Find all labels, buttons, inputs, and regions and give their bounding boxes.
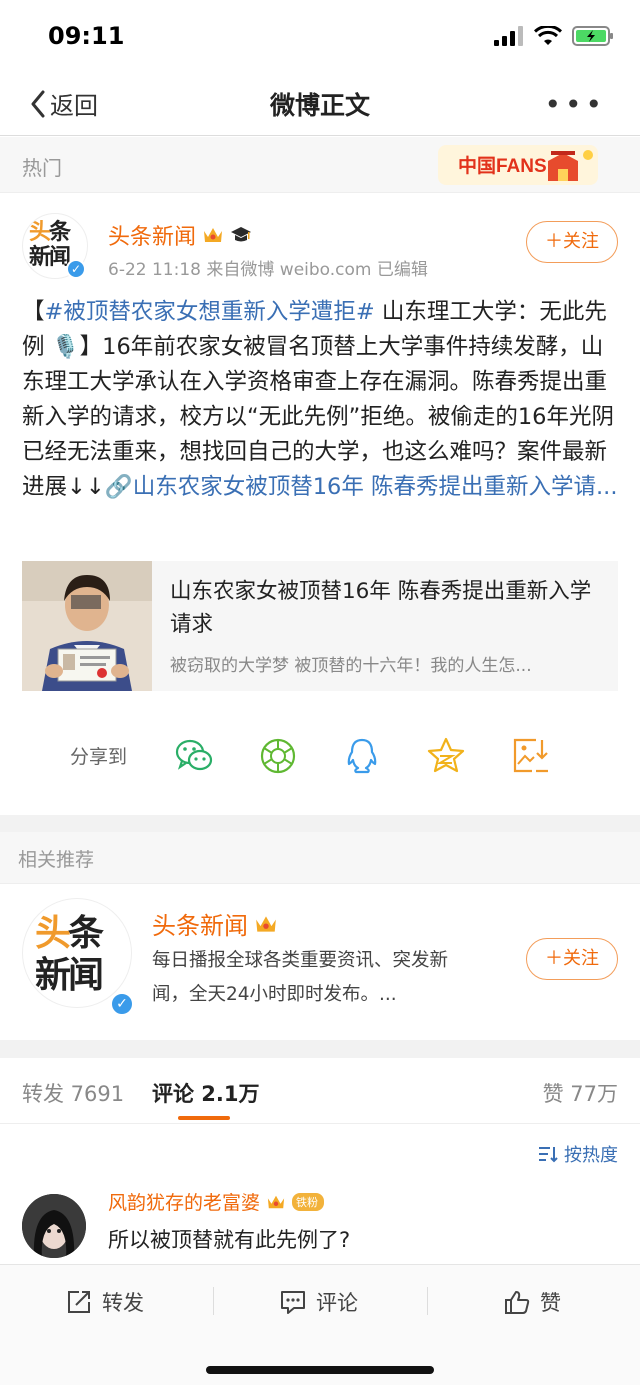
more-options-icon[interactable]: ••• (544, 88, 606, 121)
graduate-cap-icon (231, 227, 252, 242)
share-label: 分享到 (70, 746, 128, 768)
qzone-icon[interactable] (426, 736, 466, 776)
like-label: 赞 (540, 1291, 561, 1315)
comment-label: 评论 (316, 1291, 358, 1315)
related-account-name[interactable]: 头条新闻 (152, 906, 278, 941)
thumbs-up-icon (505, 1291, 530, 1314)
article-link[interactable]: 🔗山东农家女被顶替16年 陈春秀提出重新入学请... (105, 474, 618, 500)
related-follow-button[interactable]: ＋关注 (526, 938, 618, 980)
wechat-icon[interactable] (174, 736, 214, 776)
status-icons (494, 26, 614, 46)
comment-text: 所以被顶替就有此先例了? (108, 1228, 351, 1252)
fan-badge: 铁粉 (292, 1192, 325, 1211)
comment-icon (281, 1291, 305, 1314)
author-name-text: 头条新闻 (108, 225, 197, 250)
comment-item: 风韵犹存的老富婆 铁粉 所以被顶替就有此先例了? (0, 1182, 640, 1264)
moments-icon[interactable] (258, 736, 298, 776)
verified-icon: ✓ (66, 259, 86, 279)
qq-icon[interactable] (342, 736, 382, 776)
repost-button[interactable]: 转发 (66, 1287, 144, 1317)
signal-icon (494, 26, 523, 46)
battery-icon (572, 26, 613, 46)
follow-button[interactable]: ＋关注 (526, 221, 618, 263)
related-avatar[interactable]: 头条 新闻 (22, 898, 132, 1008)
section-divider (0, 815, 640, 832)
tab-repost[interactable]: 转发 7691 (22, 1078, 124, 1108)
article-description: 被窃取的大学梦 被顶替的十六年！我的人生怎... (170, 656, 532, 676)
tab-likes[interactable]: 赞 77万 (543, 1078, 618, 1108)
china-fans-text: 中国FANS (458, 154, 547, 177)
author-name[interactable]: 头条新闻 (108, 219, 252, 251)
section-divider (0, 1040, 640, 1058)
share-row: 分享到 (0, 720, 640, 792)
related-account-description: 每日播报全球各类重要资讯、突发新闻，全天24小时即时发布。... (152, 950, 449, 1005)
save-image-icon[interactable] (510, 736, 550, 776)
related-account-card[interactable]: 头条 新闻 ✓ 头条新闻 每日播报全球各类重要资讯、突发新闻，全天24小时即时发… (0, 884, 640, 1040)
post-header: 头条 新闻 ✓ 头条新闻 6-22 11:18 来自微博 weibo.com 已… (0, 193, 640, 293)
crown-icon (204, 228, 223, 242)
comment-button[interactable]: 评论 (280, 1287, 358, 1317)
crown-icon (256, 915, 276, 932)
hot-label: 热门 (22, 156, 62, 180)
china-fans-badge[interactable]: 中国FANS (438, 141, 598, 189)
active-tab-indicator (178, 1116, 230, 1120)
commenter-name-text: 风韵犹存的老富婆 (108, 1192, 261, 1214)
post-meta: 6-22 11:18 来自微博 weibo.com 已编辑 (108, 260, 428, 280)
article-thumbnail (22, 561, 152, 691)
sort-label: 按热度 (564, 1145, 618, 1166)
hot-section-header: 热门 中国FANS (0, 137, 640, 193)
status-time: 09:11 (48, 22, 125, 50)
like-button[interactable]: 赞 (504, 1287, 561, 1317)
article-title: 山东农家女被顶替16年 陈春秀提出重新入学请求 (170, 579, 592, 637)
post-text: 【#被顶替农家女想重新入学遭拒# 山东理工大学：无此先例 🎙️】16年前农家女被… (22, 295, 620, 505)
sort-icon (539, 1147, 558, 1163)
crown-icon (267, 1195, 285, 1208)
related-account-name-text: 头条新闻 (152, 912, 248, 940)
repost-icon (68, 1291, 90, 1313)
repost-label: 转发 (102, 1291, 144, 1315)
wifi-icon (534, 26, 562, 45)
interaction-tabs: 转发 7691 评论 2.1万 赞 77万 (0, 1058, 640, 1124)
related-label: 相关推荐 (18, 849, 95, 871)
commenter-name[interactable]: 风韵犹存的老富婆 铁粉 (108, 1188, 325, 1215)
divider (427, 1287, 428, 1315)
related-header: 相关推荐 (0, 832, 640, 884)
tab-comments[interactable]: 评论 2.1万 (152, 1078, 260, 1108)
commenter-avatar[interactable] (22, 1194, 86, 1258)
post-text-open: 【 (22, 299, 45, 325)
related-verified-icon: ✓ (110, 992, 134, 1016)
bottom-action-bar: 转发 评论 赞 (0, 1264, 640, 1385)
post-text-main: 山东理工大学：无此先例 🎙️】16年前农家女被冒名顶替上大学事件持续发酵，山东理… (22, 299, 614, 500)
status-bar: 09:11 (0, 0, 640, 72)
nav-bar: 返回 微博正文 ••• (0, 72, 640, 136)
divider (213, 1287, 214, 1315)
related-avatar-logo: 头条 新闻 (35, 913, 104, 996)
sort-button[interactable]: 按热度 (538, 1141, 618, 1167)
hashtag-link[interactable]: #被顶替农家女想重新入学遭拒# (45, 299, 375, 325)
article-card[interactable]: 山东农家女被顶替16年 陈春秀提出重新入学请求 被窃取的大学梦 被顶替的十六年！… (22, 561, 618, 691)
home-indicator (206, 1366, 434, 1374)
